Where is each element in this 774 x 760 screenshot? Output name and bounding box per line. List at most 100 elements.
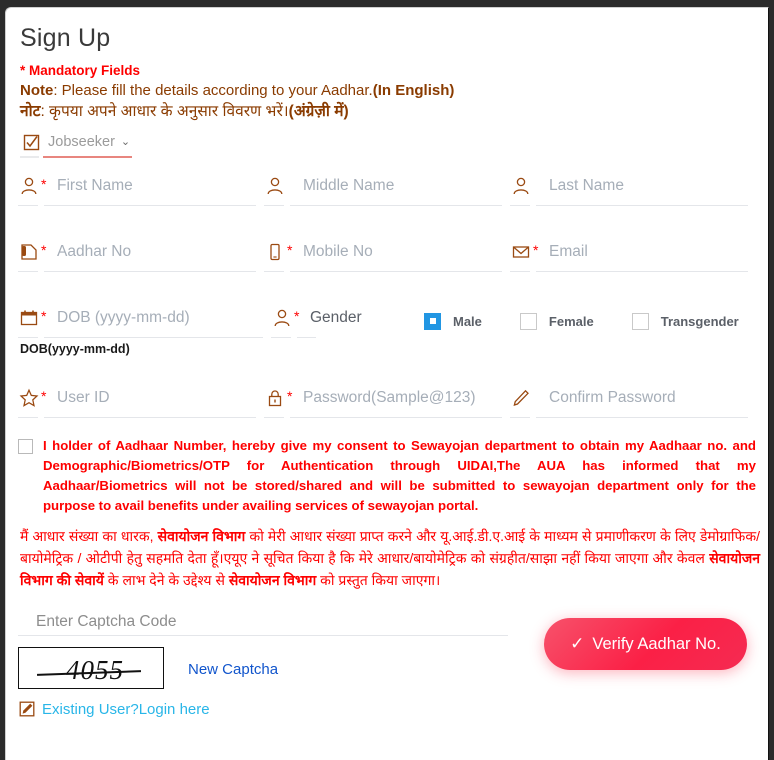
middle-name-field[interactable]: Middle Name — [264, 170, 510, 208]
consent-hi-bold3: सेवायोजन विभाग — [228, 571, 317, 588]
note-hindi-text: : कृपया अपने आधार के अनुसार विवरण भरें। — [40, 103, 289, 121]
dob-placeholder: DOB (yyyy-mm-dd) — [57, 309, 190, 327]
user-icon — [510, 175, 532, 197]
last-name-placeholder: Last Name — [549, 177, 624, 195]
confirm-password-placeholder: Confirm Password — [549, 389, 676, 407]
middle-name-placeholder: Middle Name — [303, 177, 395, 195]
gender-option-female[interactable]: Female — [519, 312, 594, 330]
mobile-no-placeholder: Mobile No — [303, 243, 373, 261]
aadhar-no-required: * — [41, 241, 47, 258]
envelope-icon — [510, 241, 532, 263]
aadhar-no-field[interactable]: * Aadhar No — [18, 236, 264, 274]
signup-card: Sign Up * Mandatory Fields Note: Please … — [5, 7, 769, 760]
last-name-underline — [510, 205, 748, 207]
user-id-required: * — [41, 387, 47, 404]
pencil-square-icon — [18, 698, 35, 720]
gender-required: * — [294, 307, 300, 324]
consent-text-hindi: मैं आधार संख्या का धारक, सेवायोजन विभाग … — [20, 526, 760, 591]
captcha-area: Enter Captcha Code 4055 New Captcha Exis… — [18, 613, 756, 733]
user-type-underline — [20, 156, 132, 159]
checkbox-checked-icon — [20, 131, 42, 153]
consent-hi-bold1: सेवायोजन विभाग — [157, 528, 246, 545]
existing-user-row: Existing User?Login here — [18, 698, 756, 720]
mobile-no-underline — [264, 271, 502, 273]
note-english-text: : Please fill the details according to y… — [53, 82, 373, 99]
dob-underline — [18, 337, 263, 339]
check-icon: ✓ — [570, 634, 585, 654]
note-hindi-label: नोट — [20, 103, 41, 121]
password-underline — [264, 417, 502, 419]
login-here-link[interactable]: Existing User?Login here — [42, 701, 210, 718]
gender-underline — [271, 337, 316, 339]
email-field[interactable]: * Email — [510, 236, 756, 274]
contact-row: * Aadhar No * Mobile No * Email — [18, 236, 756, 274]
verify-aadhar-label: Verify Aadhar No. — [592, 634, 721, 653]
dob-gender-row: * DOB (yyyy-mm-dd) * Gender Male Female … — [18, 302, 756, 340]
mobile-no-field[interactable]: * Mobile No — [264, 236, 510, 274]
gender-option-transgender-label: Transgender — [660, 313, 739, 329]
dob-field[interactable]: * DOB (yyyy-mm-dd) — [18, 302, 271, 340]
mandatory-fields-note: * Mandatory Fields — [20, 63, 141, 78]
consent-hi-part4: को प्रस्तुत किया जाएगा। — [316, 571, 441, 588]
note-english-bold: (In English) — [372, 82, 455, 99]
gender-option-male[interactable]: Male — [424, 312, 482, 330]
mobile-no-required: * — [287, 241, 293, 258]
aadhar-no-underline — [18, 271, 256, 273]
mobile-icon — [264, 241, 286, 263]
gender-options: Male Female Transgender — [424, 312, 739, 330]
user-icon — [18, 175, 40, 197]
dob-format-hint: DOB(yyyy-mm-dd) — [20, 342, 130, 357]
confirm-password-underline — [510, 417, 748, 419]
consent-hi-part1: मैं आधार संख्या का धारक, — [20, 528, 158, 545]
star-icon — [18, 387, 40, 409]
user-id-placeholder: User ID — [57, 389, 110, 407]
email-required: * — [533, 241, 539, 258]
user-type-value: Jobseeker — [48, 134, 115, 151]
verify-aadhar-button[interactable]: ✓ Verify Aadhar No. — [544, 618, 747, 671]
gender-option-transgender[interactable]: Transgender — [631, 312, 739, 330]
gender-label: Gender — [310, 309, 362, 327]
page-title: Sign Up — [20, 24, 111, 52]
gender-field: * Gender — [271, 302, 416, 340]
captcha-placeholder: Enter Captcha Code — [36, 613, 177, 631]
email-underline — [510, 271, 748, 273]
user-icon — [264, 175, 286, 197]
password-required: * — [287, 387, 293, 404]
note-english: Note: Please fill the details according … — [20, 81, 756, 101]
captcha-image: 4055 — [18, 647, 164, 690]
pencil-icon — [510, 387, 532, 409]
note-hindi: नोट: कृपया अपने आधार के अनुसार विवरण भरे… — [20, 102, 756, 123]
first-name-field[interactable]: * First Name — [18, 170, 264, 208]
confirm-password-field[interactable]: Confirm Password — [510, 382, 756, 420]
first-name-required: * — [41, 175, 47, 192]
user-id-underline — [18, 417, 256, 419]
first-name-placeholder: First Name — [57, 177, 133, 195]
lock-icon — [264, 387, 286, 409]
note-english-label: Note — [20, 82, 54, 99]
middle-name-underline — [264, 205, 502, 207]
new-captcha-link[interactable]: New Captcha — [188, 661, 278, 678]
user-type-select[interactable]: Jobseeker ⌄ — [20, 131, 132, 159]
last-name-field[interactable]: Last Name — [510, 170, 756, 208]
aadhar-no-placeholder: Aadhar No — [57, 243, 132, 261]
captcha-input[interactable]: Enter Captcha Code — [18, 613, 508, 637]
gender-option-male-label: Male — [453, 313, 482, 329]
consent-text-english: I holder of Aadhaar Number, hereby give … — [43, 438, 756, 513]
id-card-icon — [18, 241, 40, 263]
note-hindi-bold: (अंग्रेज़ी में) — [288, 103, 349, 121]
consent-hi-part3: के लाभ देने के उद्देश्य से — [103, 571, 229, 588]
password-placeholder: Password(Sample@123) — [303, 389, 476, 407]
consent-checkbox[interactable] — [18, 439, 33, 455]
password-field[interactable]: * Password(Sample@123) — [264, 382, 510, 420]
radio-male[interactable] — [424, 312, 441, 330]
user-icon — [271, 307, 293, 329]
radio-transgender[interactable] — [631, 312, 649, 330]
calendar-icon — [18, 307, 40, 329]
credentials-row: * User ID * Password(Sample@123) Confirm… — [18, 382, 756, 420]
captcha-underline — [18, 635, 508, 637]
gender-option-female-label: Female — [548, 313, 594, 329]
user-id-field[interactable]: * User ID — [18, 382, 264, 420]
email-placeholder: Email — [549, 243, 588, 261]
first-name-underline — [18, 205, 256, 207]
radio-female[interactable] — [519, 312, 537, 330]
